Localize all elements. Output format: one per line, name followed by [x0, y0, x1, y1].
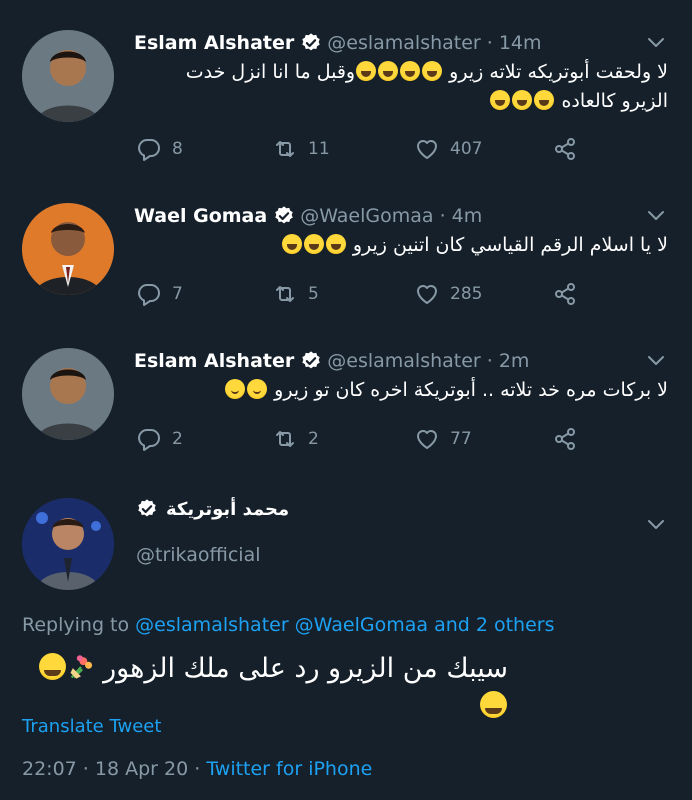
- tweet-actions: 8 11 407: [134, 136, 614, 164]
- heart-icon: [414, 281, 440, 307]
- avatar[interactable]: [22, 348, 114, 440]
- reply-button[interactable]: 8: [136, 136, 183, 162]
- retweet-count: 5: [308, 284, 319, 304]
- reply-icon: [136, 136, 162, 162]
- author-handle[interactable]: @eslamalshater · 2m: [327, 350, 529, 372]
- tweet-actions: 7 5 285: [134, 281, 614, 309]
- translate-tweet-link[interactable]: Translate Tweet: [22, 716, 161, 737]
- tweet-text-line1: لا يا اسلام الرقم القياسي كان اتنين زيرو: [352, 234, 668, 256]
- author-name[interactable]: Wael Gomaa: [134, 205, 267, 227]
- replying-others-link[interactable]: and 2 others: [434, 614, 554, 636]
- share-button[interactable]: [552, 136, 588, 162]
- like-count: 407: [450, 139, 483, 159]
- share-icon: [552, 281, 578, 307]
- author-name-row: محمد أبوتريكة: [136, 498, 289, 520]
- tweet-source-link[interactable]: Twitter for iPhone: [206, 758, 372, 780]
- tweet-header: Wael Gomaa @WaelGomaa · 4m: [134, 203, 482, 229]
- laughing-emoji-icon: [378, 61, 399, 81]
- like-count: 77: [450, 429, 472, 449]
- tweet-header: Eslam Alshater @eslamalshater · 2m: [134, 348, 529, 374]
- laughing-emoji-icon: [303, 234, 324, 254]
- reply-count: 2: [172, 429, 183, 449]
- retweet-count: 2: [308, 429, 319, 449]
- tweet-meta: 22:07 · 18 Apr 20 · Twitter for iPhone: [22, 758, 372, 780]
- reply-icon: [136, 281, 162, 307]
- like-button[interactable]: 285: [414, 281, 482, 307]
- laughing-emoji-icon: [422, 61, 443, 81]
- chevron-down-icon[interactable]: [646, 205, 666, 225]
- verified-badge-icon: [300, 350, 322, 372]
- reply-button[interactable]: 2: [136, 426, 183, 452]
- replying-prefix: Replying to: [22, 614, 130, 636]
- chevron-down-icon[interactable]: [646, 350, 666, 370]
- share-button[interactable]: [552, 426, 588, 452]
- bouquet-emoji-icon: [67, 653, 95, 681]
- like-button[interactable]: 407: [414, 136, 482, 162]
- laughing-emoji-icon: [325, 234, 346, 254]
- reply-icon: [136, 426, 162, 452]
- laughing-emoji-icon: [480, 691, 507, 718]
- share-icon: [552, 426, 578, 452]
- tweet-timestamp: 22:07 · 18 Apr 20 ·: [22, 758, 201, 780]
- tweet-text-line1b: وقبل ما انا انزل خدت: [185, 61, 356, 83]
- reply-button[interactable]: 7: [136, 281, 183, 307]
- author-name[interactable]: Eslam Alshater: [134, 350, 294, 372]
- verified-badge-icon: [300, 32, 322, 54]
- main-tweet-text-content: سيبك من الزيرو رد على ملك الزهور: [103, 653, 508, 684]
- like-count: 285: [450, 284, 483, 304]
- laughing-emoji-icon: [281, 234, 302, 254]
- chevron-down-icon[interactable]: [646, 32, 666, 52]
- relieved-emoji-icon: [225, 379, 246, 399]
- retweet-button[interactable]: 11: [272, 136, 330, 162]
- avatar[interactable]: [22, 203, 114, 295]
- verified-badge-icon: [273, 205, 295, 227]
- share-icon: [552, 136, 578, 162]
- tweet-actions: 2 2 77: [134, 426, 614, 454]
- replying-users-link[interactable]: @eslamalshater @WaelGomaa: [135, 614, 428, 636]
- author-handle[interactable]: @eslamalshater · 14m: [327, 32, 541, 54]
- reply-count: 7: [172, 284, 183, 304]
- main-tweet-text: سيبك من الزيرو رد على ملك الزهور: [22, 650, 670, 726]
- reply-count: 8: [172, 139, 183, 159]
- chevron-down-icon[interactable]: [646, 514, 666, 534]
- verified-badge-icon: [136, 498, 158, 520]
- retweet-icon: [272, 136, 298, 162]
- tweet-text: لا يا اسلام الرقم القياسي كان اتنين زيرو: [134, 231, 668, 260]
- avatar[interactable]: [22, 498, 114, 590]
- tweet-text-line1: لا ولحقت أبوتريكه تلاته زيرو: [449, 61, 668, 83]
- retweet-icon: [272, 426, 298, 452]
- heart-icon: [414, 136, 440, 162]
- tweet-text-line1: لا بركات مره خد تلاته .. أبوتريكة اخره ك…: [274, 379, 668, 401]
- relieved-emoji-icon: [247, 379, 268, 399]
- author-handle[interactable]: @trikaofficial: [136, 544, 261, 566]
- laughing-emoji-icon: [38, 653, 66, 680]
- share-button[interactable]: [552, 281, 588, 307]
- retweet-icon: [272, 281, 298, 307]
- tweet-text: لا بركات مره خد تلاته .. أبوتريكة اخره ك…: [134, 376, 668, 405]
- tweet-header: Eslam Alshater @eslamalshater · 14m: [134, 30, 542, 56]
- retweet-count: 11: [308, 139, 330, 159]
- retweet-button[interactable]: 5: [272, 281, 319, 307]
- tweet-text-line2: الزيرو كالعاده: [561, 90, 668, 112]
- tweet-text: لا ولحقت أبوتريكه تلاته زيرو وقبل ما انا…: [134, 58, 668, 116]
- laughing-emoji-icon: [356, 61, 377, 81]
- avatar[interactable]: [22, 30, 114, 122]
- author-name[interactable]: محمد أبوتريكة: [166, 499, 289, 520]
- heart-icon: [414, 426, 440, 452]
- laughing-emoji-icon: [512, 90, 533, 110]
- author-name[interactable]: Eslam Alshater: [134, 32, 294, 54]
- laughing-emoji-icon: [534, 90, 555, 110]
- replying-to: Replying to @eslamalshater @WaelGomaa an…: [22, 614, 555, 636]
- laughing-emoji-icon: [400, 61, 421, 81]
- laughing-emoji-icon: [490, 90, 511, 110]
- retweet-button[interactable]: 2: [272, 426, 319, 452]
- author-handle[interactable]: @WaelGomaa · 4m: [300, 205, 482, 227]
- like-button[interactable]: 77: [414, 426, 472, 452]
